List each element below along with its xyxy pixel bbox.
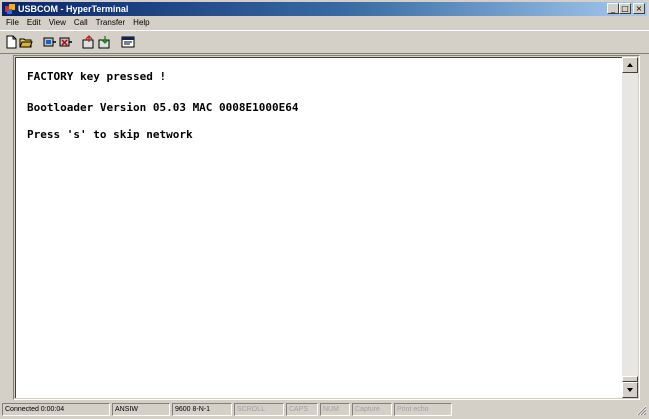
disconnect-icon[interactable]: [59, 35, 73, 49]
status-num: NUM: [320, 403, 350, 416]
properties-icon[interactable]: [121, 35, 135, 49]
arrow-up-icon: [627, 63, 633, 67]
minimize-button[interactable]: _: [607, 3, 619, 14]
send-icon[interactable]: [82, 35, 96, 49]
title-bar[interactable]: USBCOM - HyperTerminal _ □ ×: [2, 2, 647, 16]
receive-icon[interactable]: [98, 35, 112, 49]
menu-view[interactable]: View: [45, 17, 70, 29]
hyperterminal-window: USBCOM - HyperTerminal _ □ × File Edit V…: [0, 0, 649, 419]
vertical-scrollbar[interactable]: [622, 57, 638, 398]
open-icon[interactable]: [19, 35, 33, 49]
toolbar: [0, 30, 649, 54]
maximize-button[interactable]: □: [619, 3, 631, 14]
menu-bar: File Edit View Call Transfer Help: [2, 17, 154, 29]
resize-grip-icon[interactable]: [636, 405, 647, 416]
status-scroll: SCROLL: [234, 403, 284, 416]
status-port-settings: 9600 8-N-1: [172, 403, 232, 416]
menu-help[interactable]: Help: [129, 17, 153, 29]
terminal-line: FACTORY key pressed !: [27, 70, 167, 83]
terminal-line: Press 's' to skip network: [27, 128, 193, 141]
scroll-up-button[interactable]: [622, 57, 638, 73]
connect-icon[interactable]: [43, 35, 57, 49]
status-caps: CAPS: [286, 403, 318, 416]
menu-file[interactable]: File: [2, 17, 23, 29]
menu-call[interactable]: Call: [70, 17, 92, 29]
status-print-echo: Print echo: [394, 403, 452, 416]
new-icon[interactable]: [4, 35, 18, 49]
terminal-screen[interactable]: FACTORY key pressed ! Bootloader Version…: [15, 57, 622, 398]
status-bar: Connected 0:00:04 ANSIW 9600 8-N-1 SCROL…: [0, 401, 649, 418]
hyperterminal-app-icon[interactable]: [4, 3, 16, 15]
menu-transfer[interactable]: Transfer: [92, 17, 130, 29]
status-emulation: ANSIW: [112, 403, 170, 416]
caption-buttons: _ □ ×: [607, 3, 645, 15]
status-connected: Connected 0:00:04: [2, 403, 110, 416]
terminal-output: FACTORY key pressed ! Bootloader Version…: [27, 67, 299, 148]
window-title: USBCOM - HyperTerminal: [18, 4, 129, 14]
terminal-frame: FACTORY key pressed ! Bootloader Version…: [13, 55, 640, 400]
status-capture: Capture: [352, 403, 392, 416]
menu-edit[interactable]: Edit: [23, 17, 45, 29]
terminal-line: Bootloader Version 05.03 MAC 0008E1000E6…: [27, 101, 299, 114]
scroll-down-button[interactable]: [622, 382, 638, 398]
close-button[interactable]: ×: [633, 3, 645, 14]
arrow-down-icon: [627, 388, 633, 392]
